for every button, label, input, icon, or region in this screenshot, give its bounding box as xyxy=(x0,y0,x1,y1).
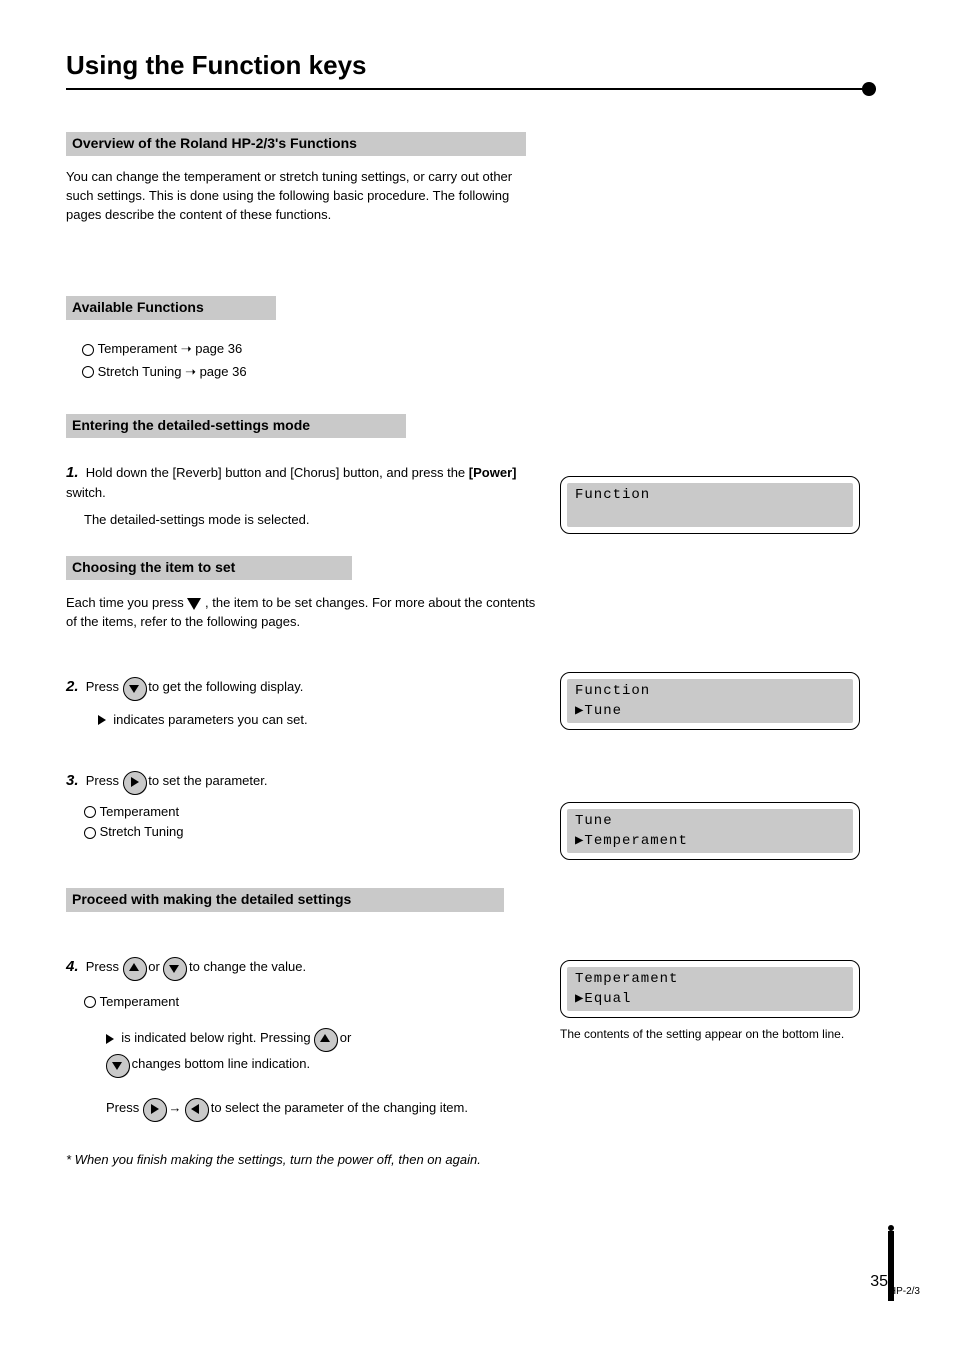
list-item: Stretch Tuning ➝ page 36 xyxy=(82,363,247,382)
step-text: Press xyxy=(86,773,123,788)
step-text: to change the value. xyxy=(189,959,306,974)
right-arrow-icon xyxy=(106,1034,114,1044)
up-button-icon xyxy=(123,957,145,979)
step-note: indicates parameters you can set. xyxy=(113,712,307,727)
bullet-circle-icon xyxy=(82,366,94,378)
section-body: You can change the temperament or stretc… xyxy=(66,168,526,225)
section-heading: Available Functions xyxy=(72,299,204,315)
bullet-circle-icon xyxy=(84,806,96,818)
lcd-caption: The contents of the setting appear on th… xyxy=(560,1026,860,1043)
section-heading: Entering the detailed-settings mode xyxy=(72,417,310,433)
section-heading: Proceed with making the detailed setting… xyxy=(72,891,351,907)
right-button-icon xyxy=(143,1098,165,1120)
step-text: switch. xyxy=(66,485,106,500)
step-text: → xyxy=(168,1100,185,1115)
lcd-display: Function ▶Tune xyxy=(560,672,860,730)
list-item: Temperament ➝ page 36 xyxy=(82,340,247,359)
step-text: or xyxy=(148,959,163,974)
section-heading-bar: Overview of the Roland HP-2/3's Function… xyxy=(66,132,526,156)
lcd-line2: ▶Tune xyxy=(575,702,622,719)
lcd-line1: Function xyxy=(575,487,650,503)
list-item: Temperament xyxy=(84,803,536,822)
bullet-circle-icon xyxy=(84,996,96,1008)
list-item-label: Stretch Tuning ➝ page 36 xyxy=(98,364,247,379)
list-item-label: Temperament xyxy=(100,804,179,819)
down-arrow-icon xyxy=(187,598,201,610)
step-text: to set the parameter. xyxy=(148,773,267,788)
step-number: 3. xyxy=(66,772,79,789)
lcd-display: Function xyxy=(560,476,860,534)
up-button-icon xyxy=(314,1028,336,1050)
down-button-icon xyxy=(106,1054,128,1076)
section-heading-bar: Proceed with making the detailed setting… xyxy=(66,888,504,912)
step-number: 4. xyxy=(66,958,79,975)
lcd-display: Tune ▶Temperament xyxy=(560,802,860,860)
step-text: or xyxy=(340,1030,352,1045)
down-button-icon xyxy=(163,957,185,979)
thumb-tab-label: HP-2/3 xyxy=(889,1286,920,1297)
bullet-circle-icon xyxy=(84,827,96,839)
step-number: 2. xyxy=(66,678,79,695)
lcd-line1: Tune xyxy=(575,813,613,829)
header-rule xyxy=(66,88,876,90)
list-item-label: Temperament xyxy=(100,994,179,1009)
step-text: Press xyxy=(86,959,123,974)
list-item: Stretch Tuning xyxy=(84,823,536,842)
lcd-line2: ▶Equal xyxy=(575,990,631,1007)
section-heading: Choosing the item to set xyxy=(72,559,235,575)
step-number: 1. xyxy=(66,464,79,481)
step-text: Press xyxy=(106,1100,143,1115)
lcd-line2: ▶Temperament xyxy=(575,832,688,849)
right-arrow-icon xyxy=(98,715,106,725)
header-dot-icon xyxy=(862,82,876,96)
right-button-icon xyxy=(123,771,145,793)
step-text: to select the parameter of the changing … xyxy=(211,1100,468,1115)
step-text: Hold down the [Reverb] button and [Choru… xyxy=(86,465,469,480)
step-note: The detailed-settings mode is selected. xyxy=(84,511,536,530)
lcd-line1: Function xyxy=(575,683,650,699)
down-button-icon xyxy=(123,677,145,699)
section-heading-bar: Entering the detailed-settings mode xyxy=(66,414,406,438)
step-text: is indicated below right. Pressing xyxy=(121,1030,314,1045)
step-text: to get the following display. xyxy=(148,679,303,694)
left-button-icon xyxy=(185,1098,207,1120)
page-title: Using the Function keys xyxy=(66,50,367,81)
section-heading-bar: Available Functions xyxy=(66,296,276,320)
lcd-line1: Temperament xyxy=(575,971,678,987)
page-number: 35 xyxy=(870,1273,888,1291)
bullet-circle-icon xyxy=(82,344,94,356)
body-text: Each time you press xyxy=(66,595,187,610)
step-text: changes bottom line indication. xyxy=(132,1056,311,1071)
list-item-label: Temperament ➝ page 36 xyxy=(98,341,243,356)
step-text: Press xyxy=(86,679,123,694)
power-button-label: [Power] xyxy=(469,465,517,480)
section-heading-bar: Choosing the item to set xyxy=(66,556,352,580)
section-heading: Overview of the Roland HP-2/3's Function… xyxy=(72,135,357,151)
list-item-label: Stretch Tuning xyxy=(100,824,184,839)
lcd-display: Temperament ▶Equal xyxy=(560,960,860,1018)
step-footnote: * When you finish making the settings, t… xyxy=(66,1151,536,1170)
